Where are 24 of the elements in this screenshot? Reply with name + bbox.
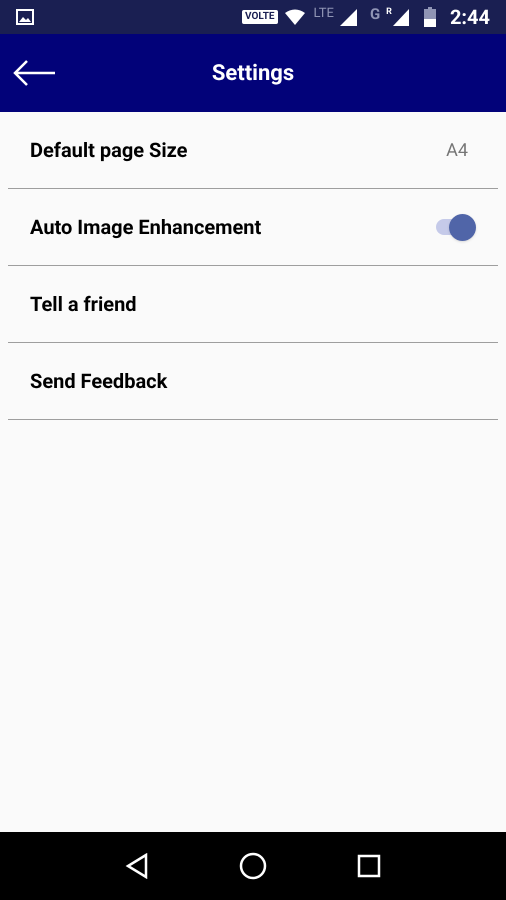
setting-label: Default page Size bbox=[30, 137, 188, 164]
image-icon bbox=[16, 9, 34, 25]
page-title: Settings bbox=[212, 60, 294, 88]
volte-badge: VOLTE bbox=[242, 10, 278, 24]
signal-icon bbox=[338, 7, 358, 27]
back-arrow-icon bbox=[13, 59, 57, 87]
settings-row[interactable]: Tell a friend bbox=[8, 266, 498, 343]
roaming-label: R bbox=[386, 6, 392, 19]
setting-value: A4 bbox=[446, 138, 469, 162]
setting-label: Auto Image Enhancement bbox=[30, 214, 262, 241]
overview-icon[interactable] bbox=[357, 854, 381, 878]
battery-icon bbox=[424, 7, 436, 27]
network-label: G bbox=[370, 4, 380, 25]
network-label: LTE bbox=[314, 5, 334, 23]
wifi-icon bbox=[284, 9, 306, 25]
home-icon[interactable] bbox=[239, 852, 267, 880]
back-icon[interactable] bbox=[125, 853, 149, 879]
clock-time: 2:44 bbox=[450, 4, 490, 31]
signal-icon bbox=[392, 7, 410, 27]
setting-label: Tell a friend bbox=[30, 291, 138, 318]
settings-row[interactable]: Send Feedback bbox=[8, 343, 498, 420]
settings-row[interactable]: Default page Size A4 bbox=[8, 112, 498, 189]
settings-row[interactable]: Auto Image Enhancement bbox=[8, 189, 498, 266]
setting-label: Send Feedback bbox=[30, 368, 168, 395]
